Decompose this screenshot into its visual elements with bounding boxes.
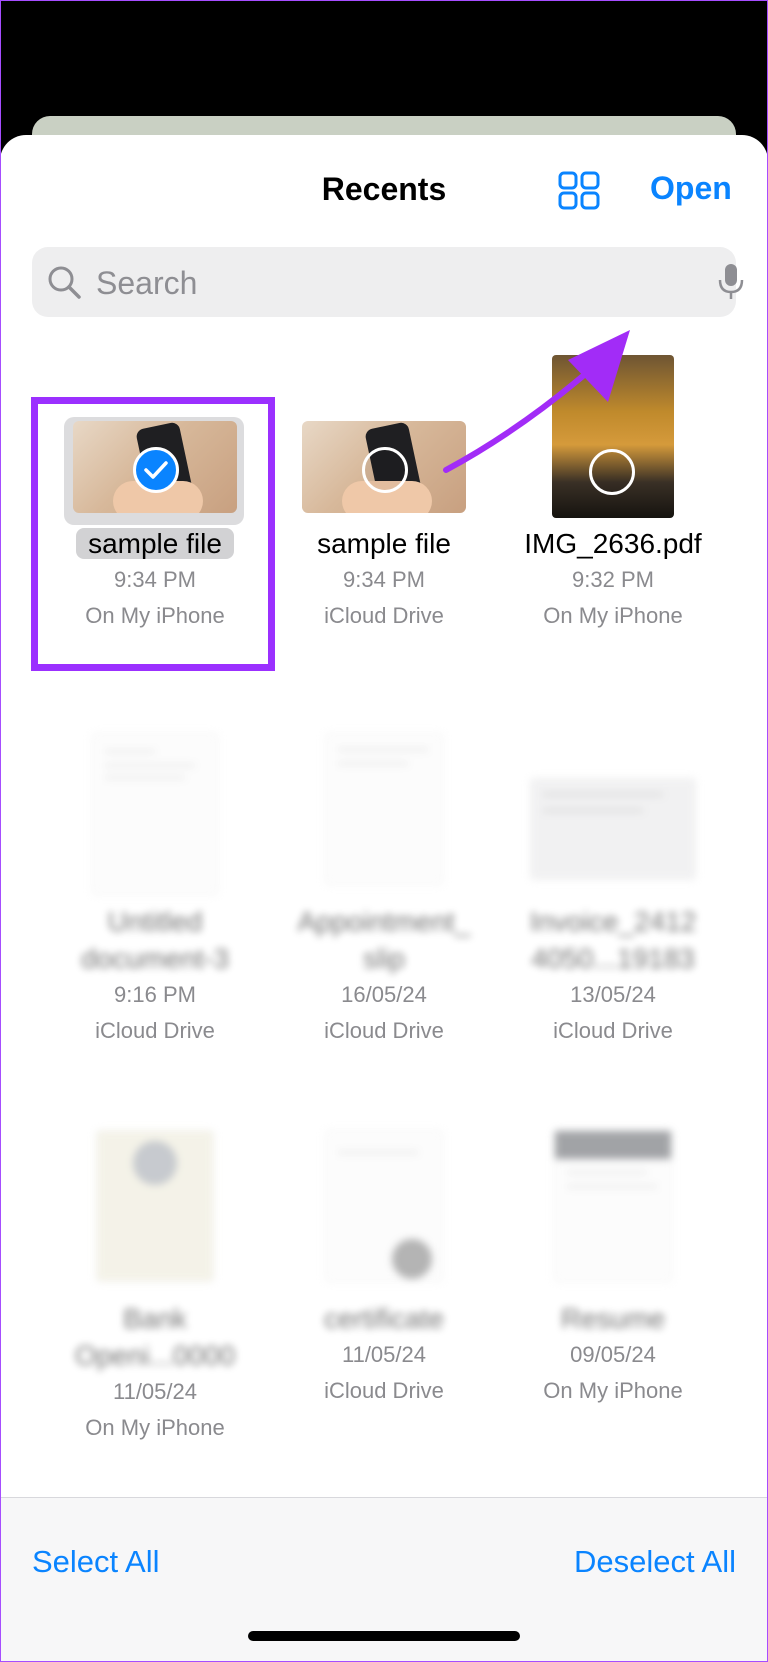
file-name-line2: Openi...0000 xyxy=(74,1340,236,1371)
file-location: iCloud Drive xyxy=(324,603,444,628)
file-item[interactable]: IMG_2636.pdf 9:32 PM On My iPhone xyxy=(508,355,718,634)
deselect-all-button[interactable]: Deselect All xyxy=(574,1544,736,1580)
file-thumbnail xyxy=(508,355,718,525)
file-location: On My iPhone xyxy=(543,1378,683,1403)
file-time: 11/05/24 xyxy=(112,1379,197,1404)
file-time: 9:32 PM xyxy=(572,567,654,592)
file-time: 13/05/24 xyxy=(570,982,656,1007)
search-bar[interactable] xyxy=(32,247,744,319)
file-item[interactable]: Resume 09/05/24 On My iPhone xyxy=(508,1130,718,1409)
file-thumbnail xyxy=(279,355,489,525)
file-name-line1: Appointment_ xyxy=(297,906,471,937)
selection-highlight-frame xyxy=(31,397,275,671)
open-button[interactable]: Open xyxy=(650,170,732,207)
file-item[interactable]: Bank Openi...0000 11/05/24 On My iPhone xyxy=(50,1130,260,1446)
file-name: IMG_2636.pdf xyxy=(524,528,702,559)
file-name-line2: Resume xyxy=(560,1303,666,1334)
file-item[interactable]: sample file 9:34 PM iCloud Drive xyxy=(279,355,489,634)
search-icon xyxy=(48,266,81,299)
file-item[interactable]: Invoice_2412 4050...19183 13/05/24 iClou… xyxy=(508,733,718,1049)
unselected-circle-icon[interactable] xyxy=(362,447,408,493)
file-location: iCloud Drive xyxy=(95,1018,215,1043)
file-item[interactable]: certificate 11/05/24 iCloud Drive xyxy=(279,1130,489,1409)
select-all-button[interactable]: Select All xyxy=(32,1544,160,1580)
unselected-circle-icon[interactable] xyxy=(589,449,635,495)
file-time: 11/05/24 xyxy=(341,1342,426,1367)
grid-view-button[interactable] xyxy=(558,171,602,211)
file-location: On My iPhone xyxy=(543,603,683,628)
file-thumbnail xyxy=(50,1130,260,1300)
file-name-line1: Invoice_2412 xyxy=(529,906,697,937)
file-thumbnail xyxy=(508,1130,718,1300)
search-input[interactable] xyxy=(94,247,658,319)
microphone-icon[interactable] xyxy=(716,262,746,302)
file-time: 09/05/24 xyxy=(570,1342,656,1367)
file-thumbnail xyxy=(279,1130,489,1300)
file-item[interactable]: Untitled document-3 9:16 PM iCloud Drive xyxy=(50,733,260,1049)
file-name-line1: Bank xyxy=(123,1303,187,1334)
file-item[interactable]: Appointment_ slip 16/05/24 iCloud Drive xyxy=(279,733,489,1049)
file-thumbnail xyxy=(279,733,489,903)
file-time: 9:34 PM xyxy=(343,567,425,592)
file-name-line2: 4050...19183 xyxy=(531,943,695,974)
file-thumbnail xyxy=(508,733,718,903)
file-thumbnail xyxy=(50,733,260,903)
file-time: 9:16 PM xyxy=(114,982,196,1007)
file-location: On My iPhone xyxy=(85,1415,225,1440)
file-name: sample file xyxy=(317,528,451,559)
grid-icon xyxy=(558,171,600,210)
file-name-line2: certificate xyxy=(324,1303,444,1334)
file-name-line2: document-3 xyxy=(81,943,229,974)
file-location: iCloud Drive xyxy=(324,1378,444,1403)
file-time: 16/05/24 xyxy=(341,982,427,1007)
bottom-toolbar: Select All Deselect All xyxy=(0,1497,768,1662)
file-picker-sheet: Recents Open Search sample file 9:34 PM … xyxy=(0,135,768,1662)
file-location: iCloud Drive xyxy=(553,1018,673,1043)
file-name-line2: slip xyxy=(362,943,405,974)
file-name-line1: Untitled xyxy=(107,906,203,937)
file-location: iCloud Drive xyxy=(324,1018,444,1043)
home-indicator[interactable] xyxy=(248,1631,520,1641)
